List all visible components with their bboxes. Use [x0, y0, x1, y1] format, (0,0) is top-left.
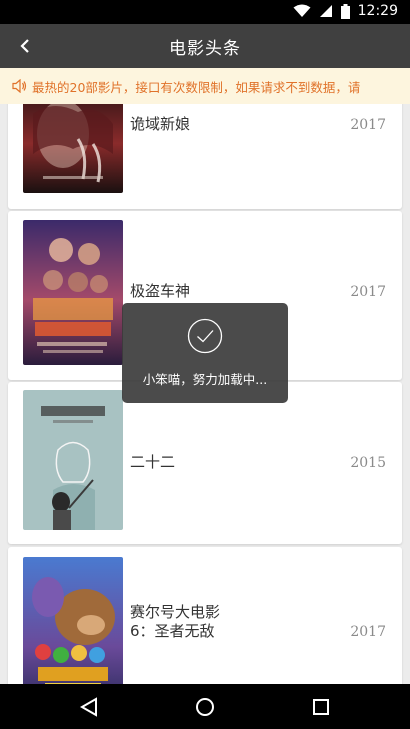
signal-icon [319, 5, 332, 17]
movie-year: 2015 [350, 455, 386, 471]
movie-year: 2017 [350, 624, 386, 640]
nav-back-button[interactable] [76, 694, 102, 720]
nav-home-icon [196, 698, 214, 716]
status-time: 12:29 [357, 3, 398, 19]
loading-toast: 小笨喵，努力加载中... [122, 303, 288, 403]
status-icons: 12:29 [293, 3, 398, 19]
movie-name: 极盗车神 [130, 282, 191, 300]
movie-year: 2017 [350, 284, 386, 300]
speaker-icon [12, 79, 28, 93]
movie-poster [23, 220, 123, 365]
wifi-icon [293, 4, 311, 17]
movie-name: 诡域新娘 [130, 115, 191, 133]
movie-poster [23, 390, 123, 530]
movie-poster [23, 104, 123, 193]
movie-year: 2017 [350, 117, 386, 133]
page-title: 电影头条 [169, 39, 241, 59]
movie-poster [23, 557, 123, 684]
movie-card[interactable]: 诡域新娘 2017 [8, 104, 402, 209]
movie-card[interactable]: 赛尔号大电影6：圣者无敌 2017 [8, 547, 402, 684]
toast-text: 小笨喵，努力加载中... [142, 372, 268, 387]
nav-recents-button[interactable] [308, 694, 334, 720]
status-bar: 12:29 [0, 0, 410, 24]
nav-back-icon [80, 697, 97, 717]
notice-text: 最热的20部影片，接口有次数限制，如果请求不到数据，请 [32, 79, 361, 95]
movie-name: 二十二 [130, 453, 176, 471]
movie-card[interactable]: 二十二 2015 [8, 382, 402, 544]
battery-icon [340, 3, 350, 19]
nav-recents-icon [313, 699, 329, 715]
app-bar: 电影头条 [0, 24, 410, 68]
notice-bar: 最热的20部影片，接口有次数限制，如果请求不到数据，请 [0, 68, 410, 104]
movie-name: 赛尔号大电影6：圣者无敌 [130, 603, 221, 640]
navigation-bar [0, 684, 410, 729]
check-circle-icon [187, 318, 223, 354]
nav-home-button[interactable] [192, 694, 218, 720]
